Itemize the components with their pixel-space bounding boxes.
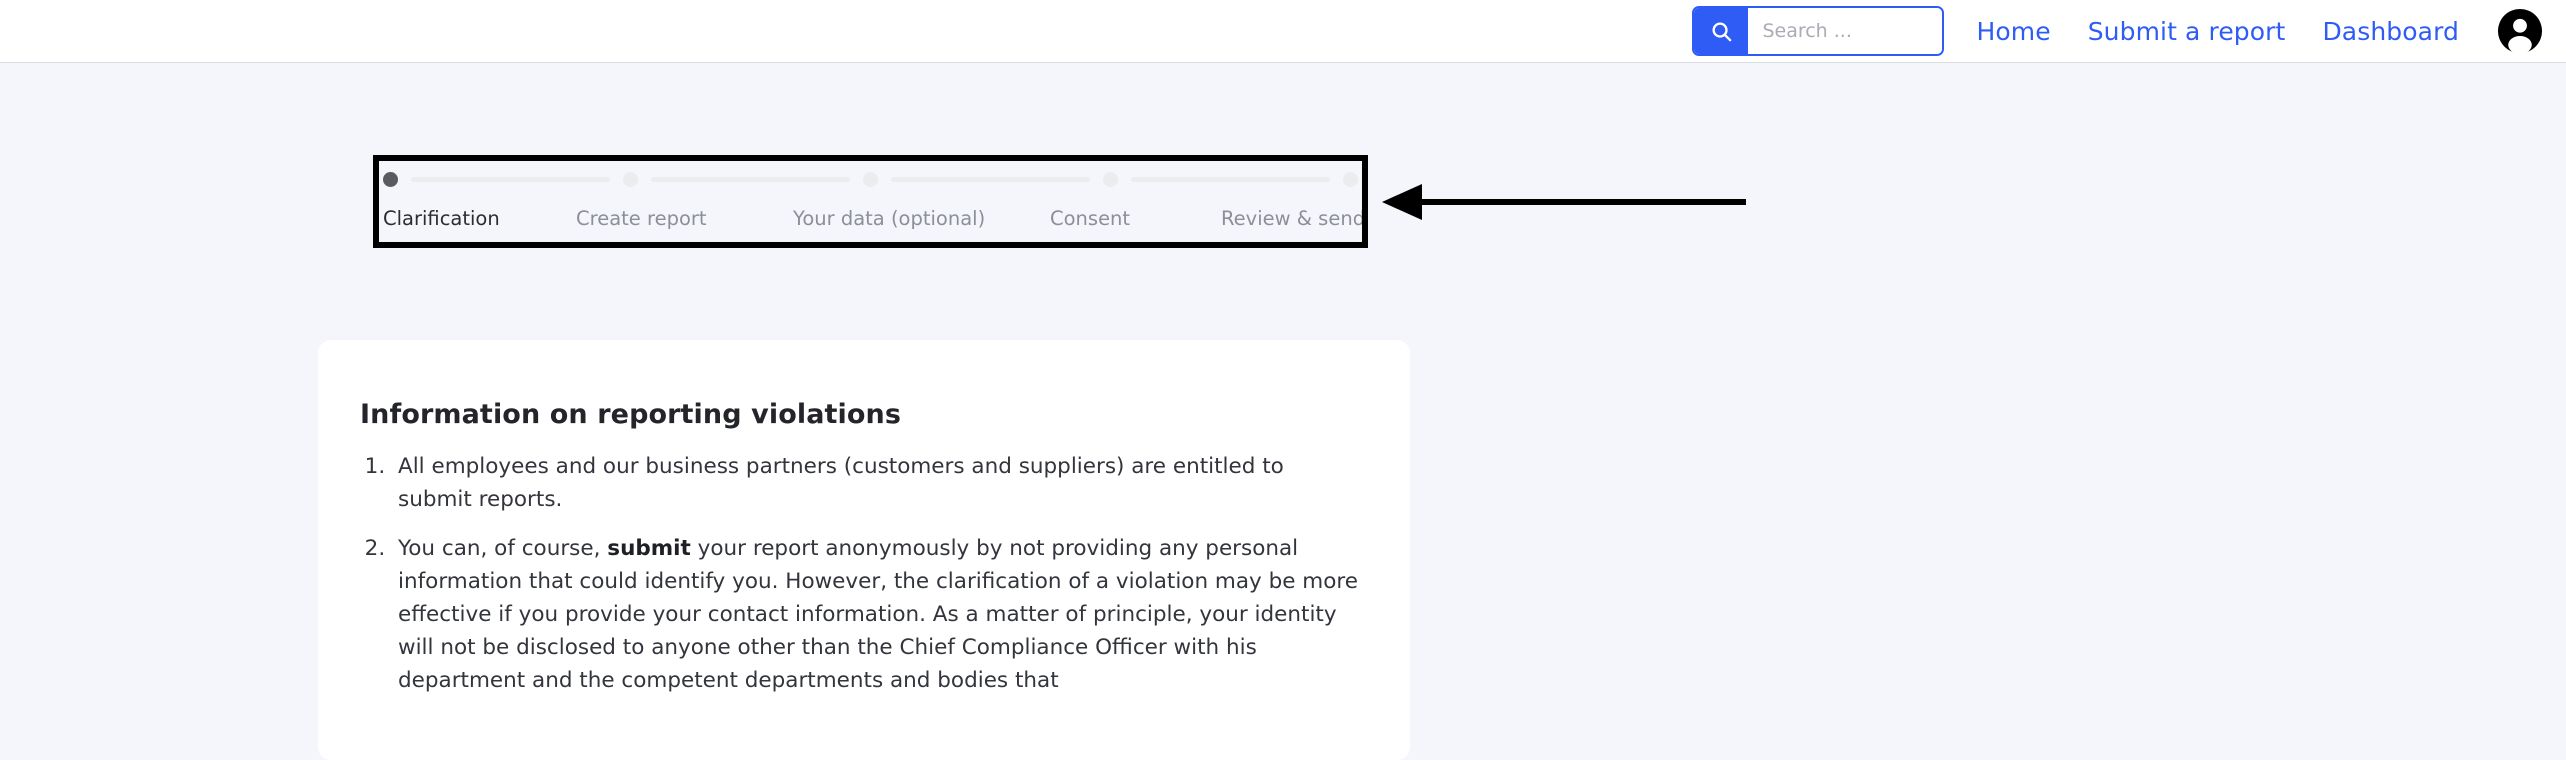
progress-stepper: Clarification Create report Your data (o… <box>383 165 1365 238</box>
search-input[interactable] <box>1748 8 1943 54</box>
stepper-label-create-report[interactable]: Create report <box>576 207 707 230</box>
stepper-labels: Clarification Create report Your data (o… <box>383 207 1365 233</box>
step-dot-icon <box>623 171 638 187</box>
list-item: All employees and our business partners … <box>392 450 1364 516</box>
user-avatar-icon[interactable] <box>2497 8 2543 54</box>
list-item-text: All employees and our business partners … <box>398 454 1284 512</box>
annotation-arrow-icon <box>1382 184 1746 220</box>
stepper-dot-your-data[interactable] <box>863 171 878 187</box>
stepper-dot-create-report[interactable] <box>623 171 638 187</box>
step-dot-icon <box>863 171 878 187</box>
stepper-connector-1 <box>411 176 610 182</box>
stepper-label-review-send[interactable]: Review & send <box>1221 207 1365 230</box>
stepper-label-clarification[interactable]: Clarification <box>383 207 500 230</box>
reporting-info-list: All employees and our business partners … <box>318 450 1410 697</box>
search-button[interactable] <box>1694 8 1749 54</box>
stepper-connector-2 <box>651 176 850 182</box>
stepper-track <box>383 165 1358 193</box>
stepper-dot-review-send[interactable] <box>1343 171 1358 187</box>
list-item-text-before: You can, of course, <box>398 536 608 561</box>
step-dot-active-icon <box>383 171 398 187</box>
stepper-dot-clarification[interactable] <box>383 171 398 187</box>
nav-link-home[interactable]: Home <box>1976 17 2050 46</box>
main-navigation: Home Submit a report Dashboard <box>1976 17 2459 46</box>
header-right-group: Home Submit a report Dashboard <box>1692 0 2566 62</box>
list-item: You can, of course, submit your report a… <box>392 532 1364 697</box>
stepper-label-consent[interactable]: Consent <box>1050 207 1130 230</box>
stepper-dot-consent[interactable] <box>1103 171 1118 187</box>
stepper-connector-4 <box>1131 176 1330 182</box>
step-dot-icon <box>1103 171 1118 187</box>
list-item-emphasis: submit <box>607 536 691 561</box>
top-header-bar: Home Submit a report Dashboard <box>0 0 2566 63</box>
stepper-label-your-data[interactable]: Your data (optional) <box>793 207 985 230</box>
information-card: Information on reporting violations All … <box>318 340 1410 760</box>
stepper-connector-3 <box>891 176 1090 182</box>
search-icon <box>1712 21 1732 41</box>
step-dot-icon <box>1343 171 1358 187</box>
card-title: Information on reporting violations <box>360 399 902 430</box>
nav-link-submit-a-report[interactable]: Submit a report <box>2088 17 2286 46</box>
nav-link-dashboard[interactable]: Dashboard <box>2322 17 2459 46</box>
search-box[interactable] <box>1692 6 1945 56</box>
